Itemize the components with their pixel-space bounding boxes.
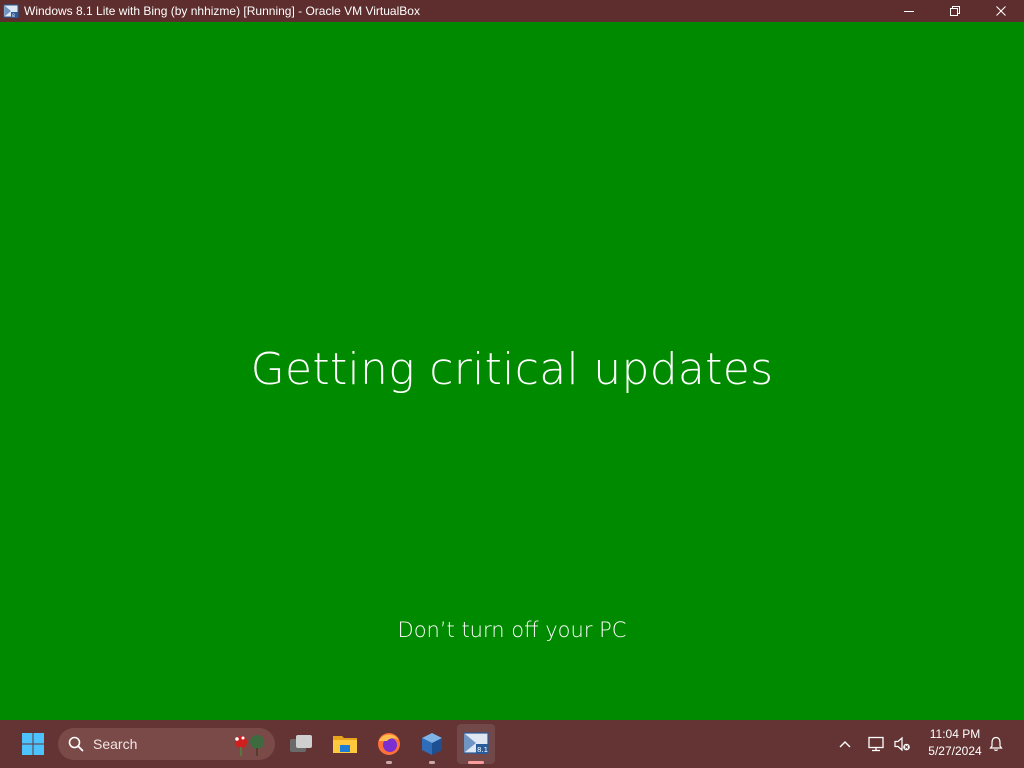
virtualbox-vm-icon: 8.1 [463,732,489,754]
chevron-up-icon [839,741,851,748]
task-view-icon [290,735,312,752]
taskbar-clock[interactable]: 11:04 PM 5/27/2024 [918,726,992,762]
minimize-button[interactable] [886,0,932,22]
start-button[interactable] [14,720,52,768]
window-controls [886,0,1024,22]
taskbar: Search 8.1 11:04 PM 5/27/2024 [0,720,1024,768]
vm-display[interactable]: Getting critical updates Don’t turn off … [0,22,1024,720]
restore-icon [950,6,960,16]
taskbar-app-task-view[interactable] [282,720,320,768]
search-highlight-image [235,735,264,756]
firefox-icon [378,733,400,755]
taskbar-search-box[interactable]: Search [58,728,275,760]
svg-text:8.1: 8.1 [477,746,488,754]
search-icon [68,736,84,752]
volume-tray-button[interactable] [890,720,914,768]
windows-start-icon [22,733,44,755]
virtualbox-vm-icon: 8 [3,4,19,19]
folder-icon [333,736,357,753]
close-icon [996,6,1006,16]
close-button[interactable] [978,0,1024,22]
minimize-icon [904,11,914,12]
notifications-button[interactable] [986,720,1006,768]
running-indicator [386,761,392,764]
volume-muted-icon [894,736,910,752]
taskbar-app-virtualbox[interactable] [413,720,451,768]
taskbar-app-virtualbox-vm[interactable]: 8.1 [457,724,495,764]
update-status-headline: Getting critical updates [250,344,774,395]
search-label: Search [93,736,138,752]
running-indicator [429,761,435,764]
clock-date: 5/27/2024 [928,744,982,758]
taskbar-app-firefox[interactable] [370,720,408,768]
running-indicator [468,761,484,764]
window-title: Windows 8.1 Lite with Bing (by nhhizme) … [24,4,420,18]
notification-bell-icon [989,736,1003,751]
taskbar-app-file-explorer[interactable] [326,720,364,768]
show-hidden-icons-button[interactable] [834,720,856,768]
window-title-bar[interactable]: 8 Windows 8.1 Lite with Bing (by nhhizme… [0,0,1024,22]
clock-time: 11:04 PM [929,727,981,741]
update-warning-text: Don’t turn off your PC [397,618,627,642]
svg-text:8: 8 [12,13,15,19]
network-tray-button[interactable] [864,720,888,768]
network-icon [868,736,884,752]
virtualbox-icon [422,733,442,755]
restore-button[interactable] [932,0,978,22]
